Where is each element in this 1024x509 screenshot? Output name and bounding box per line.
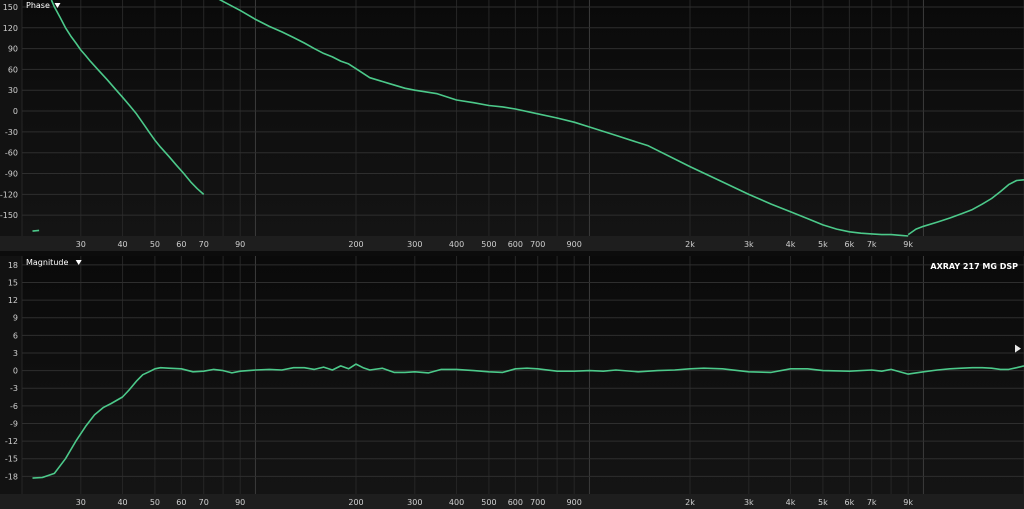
magnitude-y-tick-label: 9 [13,314,18,323]
phase-y-tick-label: 0 [13,107,18,116]
magnitude-x-tick-label: 200 [348,498,363,507]
phase-x-tick-label: 60 [176,240,186,249]
phase-y-tick-label: 30 [8,86,18,95]
magnitude-x-tick-label: 70 [199,498,209,507]
phase-y-tick-label: -90 [5,170,18,179]
magnitude-y-tick-label: -6 [10,402,18,411]
magnitude-y-tick-label: -18 [5,472,18,481]
magnitude-x-tick-label: 700 [530,498,545,507]
phase-y-tick-label: 120 [3,24,18,33]
magnitude-x-tick-label: 90 [235,498,245,507]
phase-y-tick-label: 90 [8,45,18,54]
phase-curve [32,229,40,232]
magnitude-x-tick-label: 30 [76,498,86,507]
phase-y-tick-label: 150 [3,3,18,12]
phase-x-tick-label: 90 [235,240,245,249]
phase-title[interactable]: Phase [26,1,50,10]
magnitude-chart: 1815129630-3-6-9-12-15-1830 40 50 60 70 90 200… [0,256,1024,509]
phase-y-axis-strip [0,0,22,236]
magnitude-x-tick-label: 7k [867,498,877,507]
magnitude-x-tick-label: 2k [685,498,695,507]
phase-y-tick-label: 60 [8,65,18,74]
magnitude-x-tick-label: 4k [786,498,796,507]
phase-x-tick-label: 7k [867,240,877,249]
magnitude-x-tick-label: 300 [407,498,422,507]
phase-y-tick-label: -30 [5,128,18,137]
phase-y-tick-label: -60 [5,149,18,158]
phase-x-tick-label: 4k [786,240,796,249]
phase-x-tick-label: 700 [530,240,545,249]
phase-x-tick-label: 400 [449,240,464,249]
phase-x-tick-label: 200 [348,240,363,249]
magnitude-y-tick-label: 3 [13,349,18,358]
magnitude-x-tick-label: 5k [818,498,828,507]
measurement-window: 150 120 90 60 30 0 -30 -60 -90 -120 -150 30 40 50 60 70… [0,0,1024,509]
magnitude-title[interactable]: Magnitude [26,258,68,267]
phase-x-tick-label: 9k [903,240,913,249]
magnitude-y-tick-label: -3 [10,384,18,393]
phase-y-tick-label: -150 [0,211,18,220]
magnitude-x-tick-label: 400 [449,498,464,507]
magnitude-x-tick-label: 600 [508,498,523,507]
magnitude-y-tick-label: 15 [8,278,18,287]
phase-x-tick-label: 40 [117,240,127,249]
phase-x-tick-label: 500 [481,240,496,249]
magnitude-x-tick-label: 50 [150,498,160,507]
phase-x-tick-label: 3k [744,240,754,249]
phase-x-tick-label: 900 [567,240,582,249]
magnitude-x-tick-label: 9k [903,498,913,507]
magnitude-y-tick-label: 18 [8,261,18,270]
magnitude-x-tick-label: 900 [567,498,582,507]
phase-chart: 1501209060300-30-60-90-120-15030 40 50 60 70… [0,0,1024,251]
phase-y-tick-label: -120 [0,190,18,199]
magnitude-x-tick-label: 60 [176,498,186,507]
phase-x-tick-label: 70 [199,240,209,249]
magnitude-y-tick-label: -12 [5,437,18,446]
magnitude-x-tick-label: 40 [117,498,127,507]
phase-x-tick-label: 30 [76,240,86,249]
phase-x-tick-label: 5k [818,240,828,249]
magnitude-y-tick-label: 12 [8,296,18,305]
magnitude-y-tick-label: 0 [13,367,18,376]
magnitude-y-tick-label: 6 [13,331,18,340]
phase-x-tick-label: 2k [685,240,695,249]
phase-x-tick-label: 300 [407,240,422,249]
magnitude-y-tick-label: -15 [5,455,18,464]
phase-plot-area [22,0,1024,236]
magnitude-x-tick-label: 3k [744,498,754,507]
measurement-name: AXRAY 217 MG DSP [930,262,1018,271]
phase-x-tick-label: 6k [844,240,854,249]
magnitude-y-tick-label: -9 [10,419,18,428]
magnitude-x-tick-label: 500 [481,498,496,507]
phase-x-tick-label: 600 [508,240,523,249]
phase-x-tick-label: 50 [150,240,160,249]
magnitude-x-tick-label: 6k [844,498,854,507]
